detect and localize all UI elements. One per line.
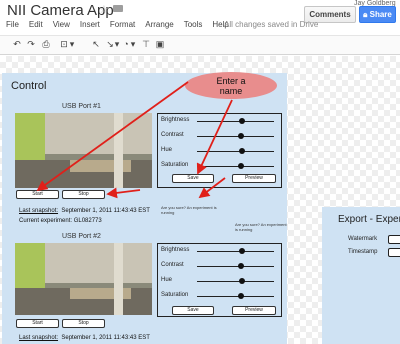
arrow-to-start: [36, 81, 189, 192]
arrow-to-save: [196, 99, 233, 175]
arrow-to-stop: [106, 187, 141, 199]
annotation-arrows: [36, 81, 233, 199]
arrow-from-save: [198, 177, 226, 199]
